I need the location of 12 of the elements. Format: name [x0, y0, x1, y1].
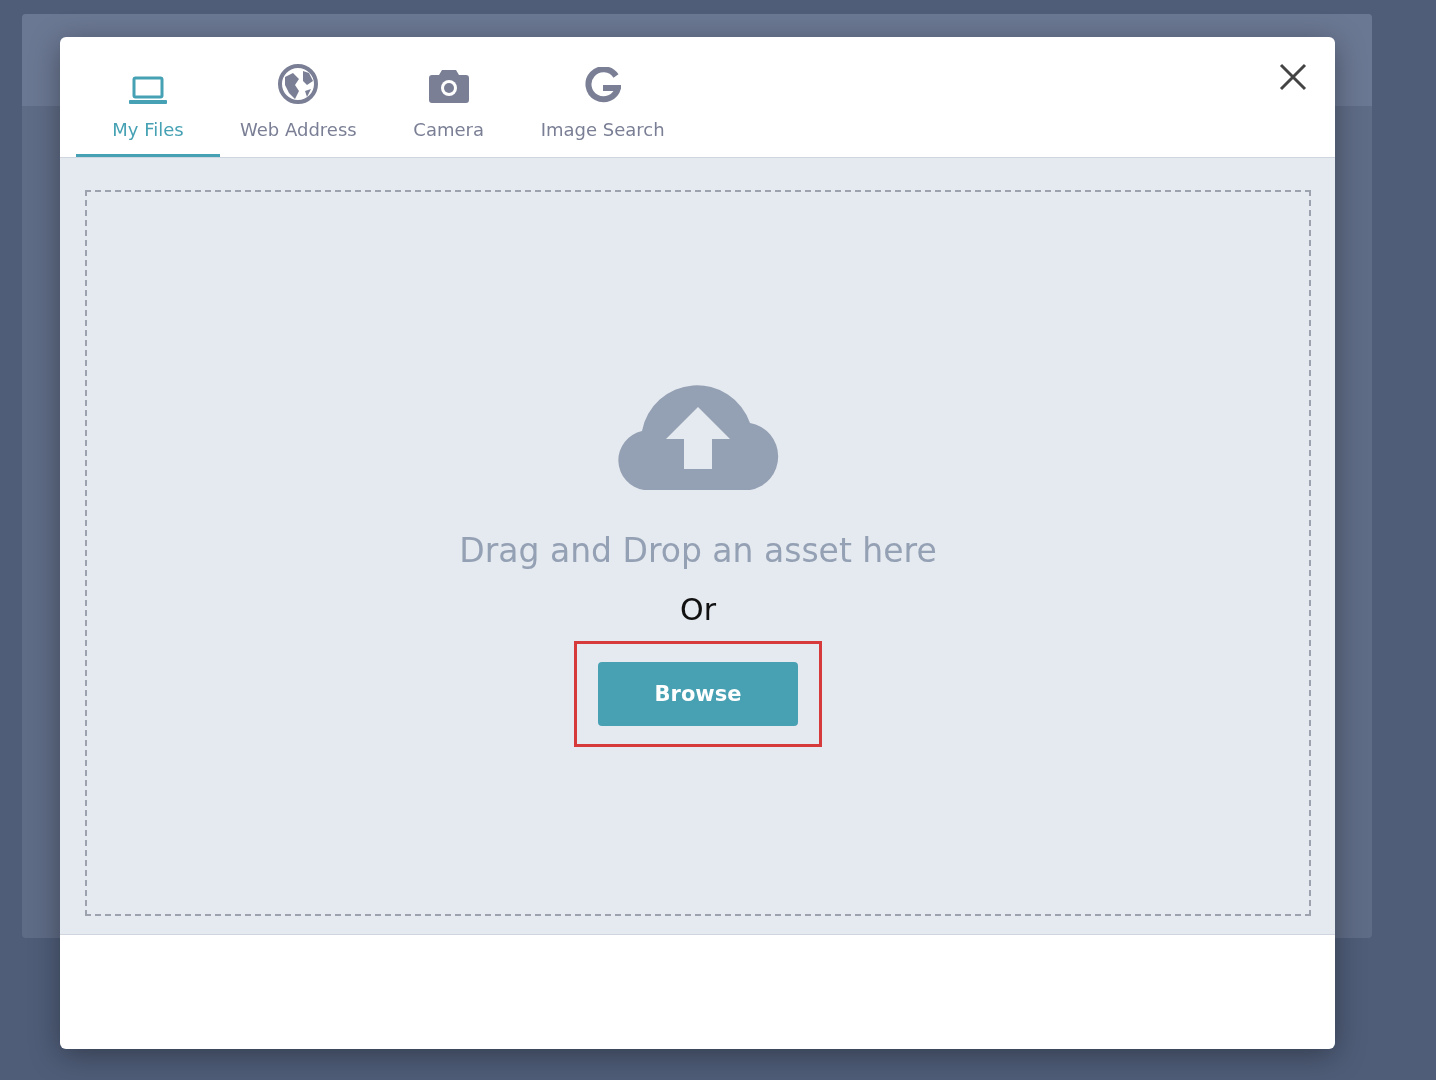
close-icon [1279, 63, 1307, 91]
drop-message: Drag and Drop an asset here [459, 531, 937, 570]
drop-zone[interactable]: Drag and Drop an asset here Or Browse [85, 190, 1311, 916]
browse-button[interactable]: Browse [598, 662, 798, 726]
g-letter-icon [584, 67, 621, 105]
camera-icon [427, 67, 470, 105]
tab[interactable]: Image Search [520, 37, 685, 157]
tab[interactable]: Camera [376, 37, 521, 157]
or-separator: Or [680, 592, 716, 627]
laptop-icon [128, 75, 168, 105]
tab[interactable]: Web Address [220, 37, 377, 157]
globe-icon [277, 63, 320, 105]
